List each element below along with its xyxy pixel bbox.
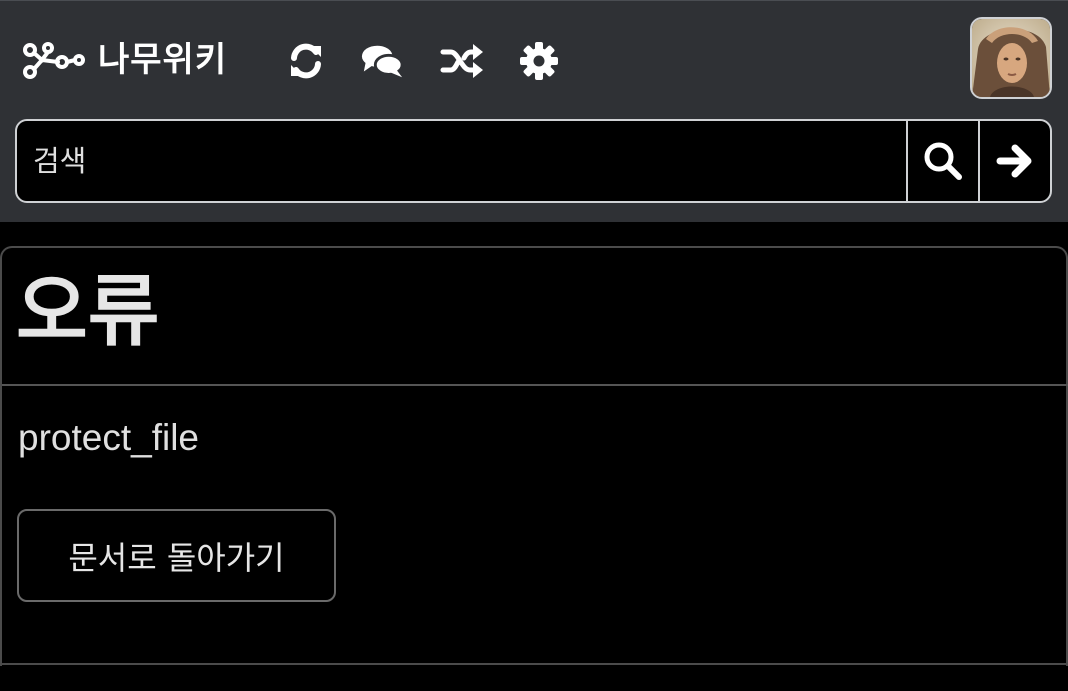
article-content: 오류 protect_file 문서로 돌아가기: [0, 246, 1068, 666]
footer-divider: [0, 663, 1068, 665]
settings-icon[interactable]: [517, 39, 561, 83]
search-button[interactable]: [906, 121, 978, 201]
random-icon[interactable]: [440, 39, 484, 83]
logo-text: 나무위키: [98, 40, 228, 80]
arrow-right-icon: [996, 144, 1032, 178]
page-title: 오류: [16, 267, 160, 357]
top-navbar: 나무위키: [0, 0, 1068, 222]
title-divider: [2, 384, 1068, 386]
go-button[interactable]: [978, 121, 1050, 201]
search-input[interactable]: [17, 121, 907, 201]
logo-branch-icon: [23, 42, 85, 79]
error-message: protect_file: [18, 417, 199, 458]
search-bar: [15, 119, 1052, 203]
refresh-icon[interactable]: [284, 39, 328, 83]
site-logo[interactable]: 나무위키: [22, 35, 227, 85]
user-avatar[interactable]: [970, 17, 1052, 99]
search-icon: [924, 142, 962, 180]
back-to-document-button[interactable]: 문서로 돌아가기: [17, 509, 336, 602]
comments-icon[interactable]: [360, 39, 404, 83]
